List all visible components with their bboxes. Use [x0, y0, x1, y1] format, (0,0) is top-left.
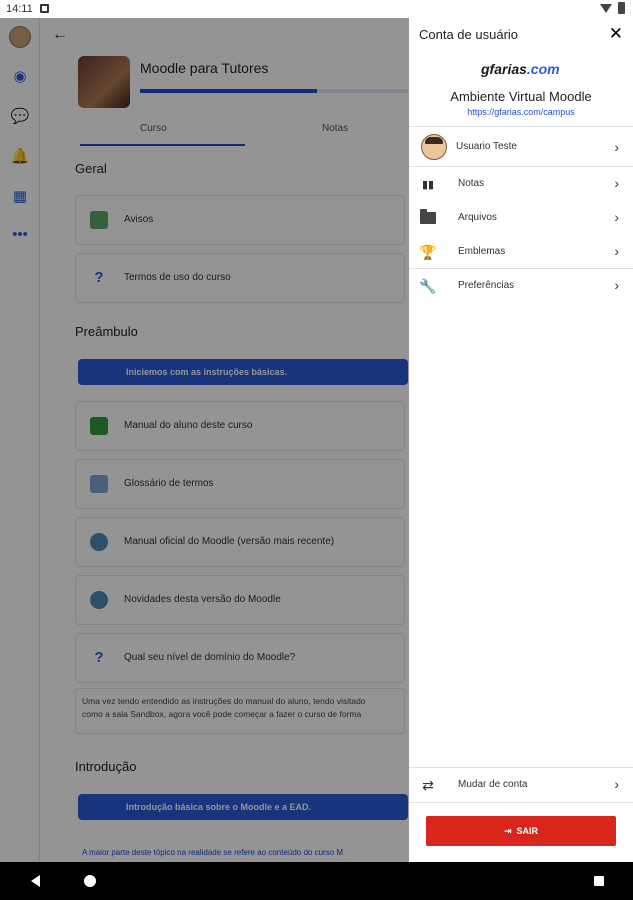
- chevron-right-icon: ›: [614, 776, 619, 792]
- user-profile-row[interactable]: Usuario Teste ›: [409, 129, 633, 165]
- menu-item-preferences[interactable]: 🔧 Preferências ›: [409, 269, 633, 303]
- site-logo: gfarias.com: [481, 61, 560, 77]
- menu-item-label: Preferências: [458, 280, 515, 291]
- menu-item-grades[interactable]: ▮▮ Notas ›: [409, 167, 633, 201]
- notification-icon: [40, 4, 49, 13]
- user-account-drawer: Conta de usuário ✕ gfarias.com Ambiente …: [409, 18, 633, 862]
- chevron-right-icon: ›: [614, 139, 619, 155]
- battery-icon: [618, 2, 625, 14]
- divider: [409, 802, 633, 803]
- swap-icon: ⇄: [422, 776, 434, 793]
- menu-item-label: Emblemas: [458, 246, 506, 257]
- close-icon[interactable]: ✕: [609, 24, 623, 44]
- menu-item-label: Notas: [458, 178, 485, 189]
- menu-item-files[interactable]: Arquivos ›: [409, 201, 633, 235]
- folder-icon: [419, 209, 437, 226]
- nav-back-icon[interactable]: [31, 875, 40, 887]
- nav-recents-icon[interactable]: [594, 876, 604, 886]
- navigation-bar: [0, 862, 633, 900]
- status-bar: 14:11: [0, 0, 633, 18]
- status-time: 14:11: [6, 3, 33, 15]
- chevron-right-icon: ›: [614, 243, 619, 259]
- chevron-right-icon: ›: [614, 175, 619, 191]
- logout-label: SAIR: [516, 826, 539, 836]
- chevron-right-icon: ›: [614, 209, 619, 225]
- site-url[interactable]: https://gfarias.com/campus: [409, 107, 633, 117]
- site-name: Ambiente Virtual Moodle: [450, 89, 592, 104]
- wrench-icon: 🔧: [419, 277, 437, 294]
- grades-icon: ▮▮: [421, 178, 435, 191]
- nav-home-icon[interactable]: [84, 875, 96, 887]
- user-avatar: [421, 134, 447, 160]
- logout-button[interactable]: ⇥ SAIR: [426, 816, 616, 846]
- switch-account-label: Mudar de conta: [458, 779, 528, 790]
- menu-item-label: Arquivos: [458, 212, 497, 223]
- switch-account-row[interactable]: ⇄ Mudar de conta ›: [409, 768, 633, 802]
- drawer-title: Conta de usuário: [419, 27, 519, 42]
- logout-icon: ⇥: [503, 825, 512, 836]
- chevron-right-icon: ›: [614, 277, 619, 293]
- divider: [409, 126, 633, 127]
- menu-item-badges[interactable]: 🏆 Emblemas ›: [409, 235, 633, 269]
- trophy-icon: 🏆: [419, 243, 437, 260]
- user-name: Usuario Teste: [456, 141, 517, 152]
- wifi-icon: [600, 3, 612, 13]
